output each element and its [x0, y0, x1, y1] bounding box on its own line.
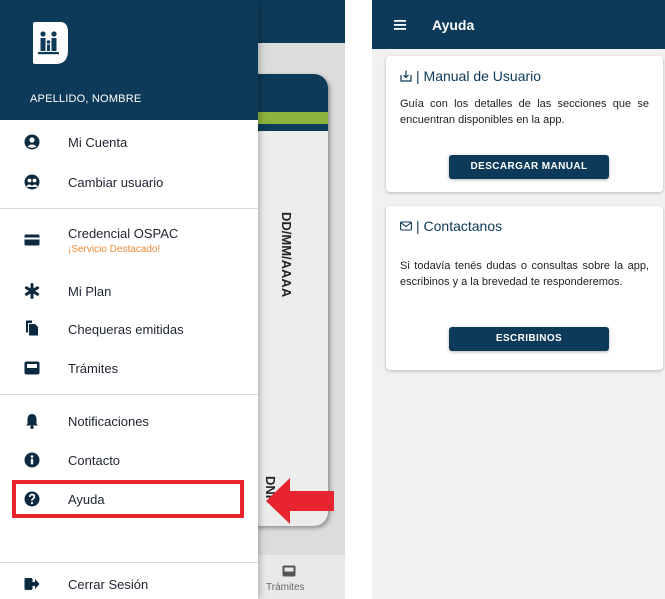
divider — [0, 394, 258, 395]
logout-icon — [24, 578, 40, 590]
app-bar: Ayuda — [372, 0, 665, 49]
contact-card-title-text: | Contactanos — [416, 218, 503, 234]
menu-item-mi-cuenta[interactable]: Mi Cuenta — [0, 124, 258, 160]
menu-item-notificaciones[interactable]: Notificaciones — [0, 403, 258, 439]
write-us-button[interactable]: ESCRIBINOS — [449, 327, 609, 351]
menu-label: Chequeras emitidas — [68, 322, 184, 337]
manual-card-title: | Manual de Usuario — [400, 68, 541, 84]
inbox-icon[interactable] — [282, 565, 296, 577]
menu-label: Cambiar usuario — [68, 175, 164, 190]
download-manual-button[interactable]: DESCARGAR MANUAL — [449, 155, 609, 179]
contact-card-title: | Contactanos — [400, 218, 502, 234]
menu-label: Credencial OSPAC — [68, 226, 179, 241]
mail-icon — [400, 221, 412, 231]
credential-card: DD/MM/AAAA DNI — [250, 74, 328, 526]
page-title: Ayuda — [432, 17, 475, 33]
menu-label: Notificaciones — [68, 414, 149, 429]
menu-sublabel: ¡Servicio Destacado! — [68, 244, 161, 255]
drawer-header: APELLIDO, NOMBRE — [0, 0, 258, 120]
menu-item-cerrar-sesion[interactable]: Cerrar Sesión — [0, 566, 258, 599]
menu-label: Trámites — [68, 361, 119, 376]
switch-user-icon — [24, 174, 40, 190]
manual-card-title-text: | Manual de Usuario — [416, 68, 542, 84]
menu-item-tramites[interactable]: Trámites — [0, 350, 258, 386]
menu-label: Contacto — [68, 453, 121, 468]
red-arrow-annotation — [266, 478, 334, 524]
asterisk-icon — [24, 283, 40, 299]
copy-documents-icon — [26, 320, 38, 336]
menu-label: Mi Plan — [68, 284, 112, 299]
menu-label: Cerrar Sesión — [68, 577, 149, 592]
card-date: DD/MM/AAAA — [279, 212, 294, 298]
card-green-band — [250, 112, 328, 124]
navigation-drawer: APELLIDO, NOMBRE Mi Cuenta Cambiar usuar… — [0, 0, 258, 599]
menu-item-mi-plan[interactable]: Mi Plan — [0, 273, 258, 309]
left-phone-screen: DD/MM/AAAA DNI Trámites APELLIDO, NOMBRE — [0, 0, 345, 599]
bell-icon — [26, 414, 38, 429]
highlight-box — [12, 480, 244, 518]
divider — [0, 208, 258, 209]
ospac-logo-icon — [33, 22, 68, 64]
credit-card-icon — [24, 234, 40, 246]
menu-item-cambiar-usuario[interactable]: Cambiar usuario — [0, 164, 258, 200]
right-phone-screen: Ayuda | Manual de Usuario Guía con los d… — [372, 0, 665, 599]
bottom-nav-tramites[interactable]: Trámites — [266, 582, 305, 593]
menu-item-chequeras-emitidas[interactable]: Chequeras emitidas — [0, 311, 258, 347]
card-header-band — [250, 74, 328, 112]
menu-item-credencial-ospac[interactable]: Credencial OSPAC ¡Servicio Destacado! — [0, 218, 258, 262]
download-icon — [400, 70, 412, 82]
user-name: APELLIDO, NOMBRE — [30, 93, 142, 105]
manual-card-text: Guía con los detalles de las secciones q… — [400, 98, 649, 126]
menu-label: Mi Cuenta — [68, 135, 128, 150]
background-app-header — [258, 0, 345, 43]
menu-icon[interactable] — [394, 20, 406, 30]
divider — [0, 562, 258, 563]
manual-card: | Manual de Usuario Guía con los detalle… — [386, 56, 663, 192]
menu-item-contacto[interactable]: Contacto — [0, 442, 258, 478]
account-circle-icon — [24, 134, 40, 150]
inbox-icon — [24, 361, 40, 375]
card-blue-band — [250, 124, 328, 131]
contact-card-text: Si todavía tenés dudas o consultas sobre… — [400, 260, 649, 288]
info-icon — [24, 452, 40, 468]
contact-card: | Contactanos Si todavía tenés dudas o c… — [386, 206, 663, 370]
